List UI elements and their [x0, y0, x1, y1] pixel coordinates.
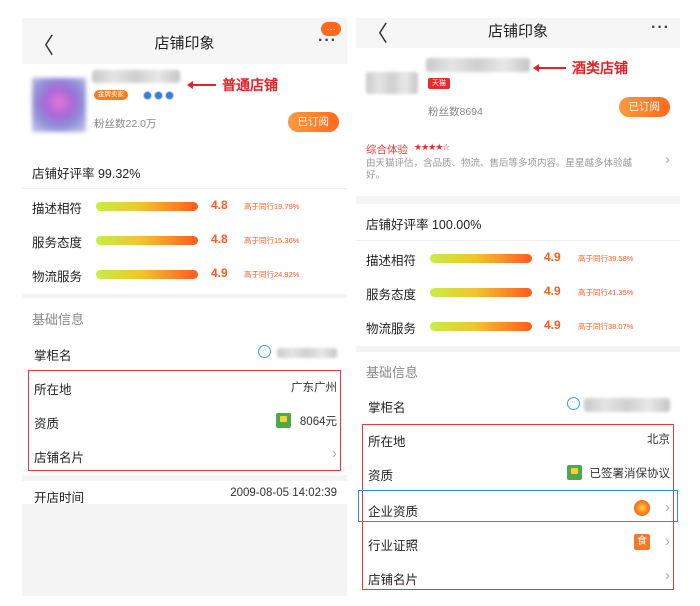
good-rate: 店铺好评率 99.32% [32, 167, 141, 181]
wangwang-icon[interactable]: ·· [258, 345, 271, 358]
wangwang-icon[interactable]: ·· [567, 397, 580, 410]
fans-count: 粉丝数22.0万 [94, 118, 157, 130]
rating-compare: 高于同行38.07% [578, 322, 634, 331]
experience-desc: 由天猫评估，含品质、物流、售后等多项内容。星星越多体验越好。 [366, 158, 633, 181]
diamond-icon [165, 91, 174, 100]
rating-compare: 高于同行19.79% [244, 202, 300, 211]
shop-header: 天猫 粉丝数8694 已订阅 [356, 48, 680, 140]
rating-label: 物流服务 [32, 270, 83, 284]
shop-name-blurred [426, 58, 530, 72]
rating-bar [430, 254, 532, 263]
rating-bar [96, 236, 198, 245]
right-screen: 〈 店铺印象 ··· 天猫 粉丝数8694 已订阅 综合体验 ★★★★☆ 由天猫… [356, 18, 680, 596]
shop-avatar [32, 78, 86, 132]
rating-compare: 高于同行41.35% [578, 288, 634, 297]
rating-score: 4.9 [211, 266, 228, 280]
rating-score: 4.9 [544, 284, 561, 298]
highlight-box-blue [358, 490, 678, 522]
more-icon[interactable]: ··· [651, 19, 670, 37]
keeper-row[interactable]: 掌柜名 ·· [22, 336, 347, 370]
annotation-normal-shop: 普通店铺 [222, 77, 278, 93]
rating-bar [96, 270, 198, 279]
diamond-icon [143, 91, 152, 100]
fans-count: 粉丝数8694 [428, 106, 483, 118]
rating-score: 4.8 [211, 232, 228, 246]
page-title: 店铺印象 [154, 35, 215, 52]
keeper-name-blurred [584, 398, 670, 412]
rating-label: 描述相符 [366, 254, 417, 268]
keeper-label: 掌柜名 [34, 349, 72, 363]
keeper-row[interactable]: 掌柜名 ·· [356, 388, 680, 422]
rating-bar [430, 322, 532, 331]
experience-card[interactable]: 综合体验 ★★★★☆ 由天猫评估，含品质、物流、售后等多项内容。星星越多体验越好… [356, 132, 680, 196]
diamond-icon [154, 91, 163, 100]
keeper-name-blurred [277, 348, 337, 358]
section-header: 基础信息 [366, 365, 419, 380]
section-header: 基础信息 [32, 312, 85, 327]
rating-score: 4.9 [544, 318, 561, 332]
rating-card: 店铺好评率 100.00% 描述相符 4.9 高于同行39.58% 服务态度 4… [356, 204, 680, 346]
rating-label: 服务态度 [32, 236, 83, 250]
page-title: 店铺印象 [487, 23, 548, 40]
nav-bar: 〈 店铺印象 ··· [356, 18, 680, 48]
nav-bar: 〈 店铺印象 ··· ··· [22, 18, 347, 64]
rating-bar [430, 288, 532, 297]
keeper-label: 掌柜名 [368, 401, 406, 415]
tmall-badge: 天猫 [428, 78, 450, 89]
rating-score: 4.9 [544, 250, 561, 264]
left-screen: 〈 店铺印象 ··· ··· 金牌卖家 粉丝数22.0万 已订阅 店铺好评率 9… [22, 18, 347, 596]
experience-label: 综合体验 [366, 144, 408, 156]
rating-label: 物流服务 [366, 322, 417, 336]
subscribe-button[interactable]: 已订阅 [287, 112, 339, 132]
good-rate: 店铺好评率 100.00% [366, 218, 482, 232]
rating-compare: 高于同行39.58% [578, 254, 634, 263]
rating-label: 描述相符 [32, 202, 83, 216]
more-icon[interactable]: ··· [318, 32, 337, 50]
open-time-label: 开店时间 [34, 491, 85, 505]
rating-score: 4.8 [211, 198, 228, 212]
rating-compare: 高于同行24.92% [244, 270, 300, 279]
annotation-arrow [533, 64, 566, 72]
rating-bar [96, 202, 198, 211]
annotation-arrow [187, 81, 216, 89]
chevron-right-icon: › [665, 151, 670, 168]
rating-compare: 高于同行15.36% [244, 236, 300, 245]
gold-seller-badge: 金牌卖家 [94, 90, 128, 100]
experience-stars: ★★★★☆ [414, 142, 450, 152]
open-time-row: 开店时间 2009-08-05 14:02:39 [22, 478, 347, 512]
rating-label: 服务态度 [366, 288, 417, 302]
shop-name-blurred [92, 70, 180, 83]
subscribe-button[interactable]: 已订阅 [618, 97, 670, 117]
annotation-liquor-shop: 酒类店铺 [572, 60, 628, 76]
divider [22, 188, 347, 189]
rating-card: 店铺好评率 99.32% 描述相符 4.8 高于同行19.79% 服务态度 4.… [22, 154, 347, 294]
shop-header: 金牌卖家 粉丝数22.0万 已订阅 [22, 64, 347, 158]
divider [356, 240, 680, 241]
open-time-value: 2009-08-05 14:02:39 [230, 487, 337, 499]
shop-logo-blurred [366, 72, 418, 94]
highlight-box [28, 370, 341, 471]
